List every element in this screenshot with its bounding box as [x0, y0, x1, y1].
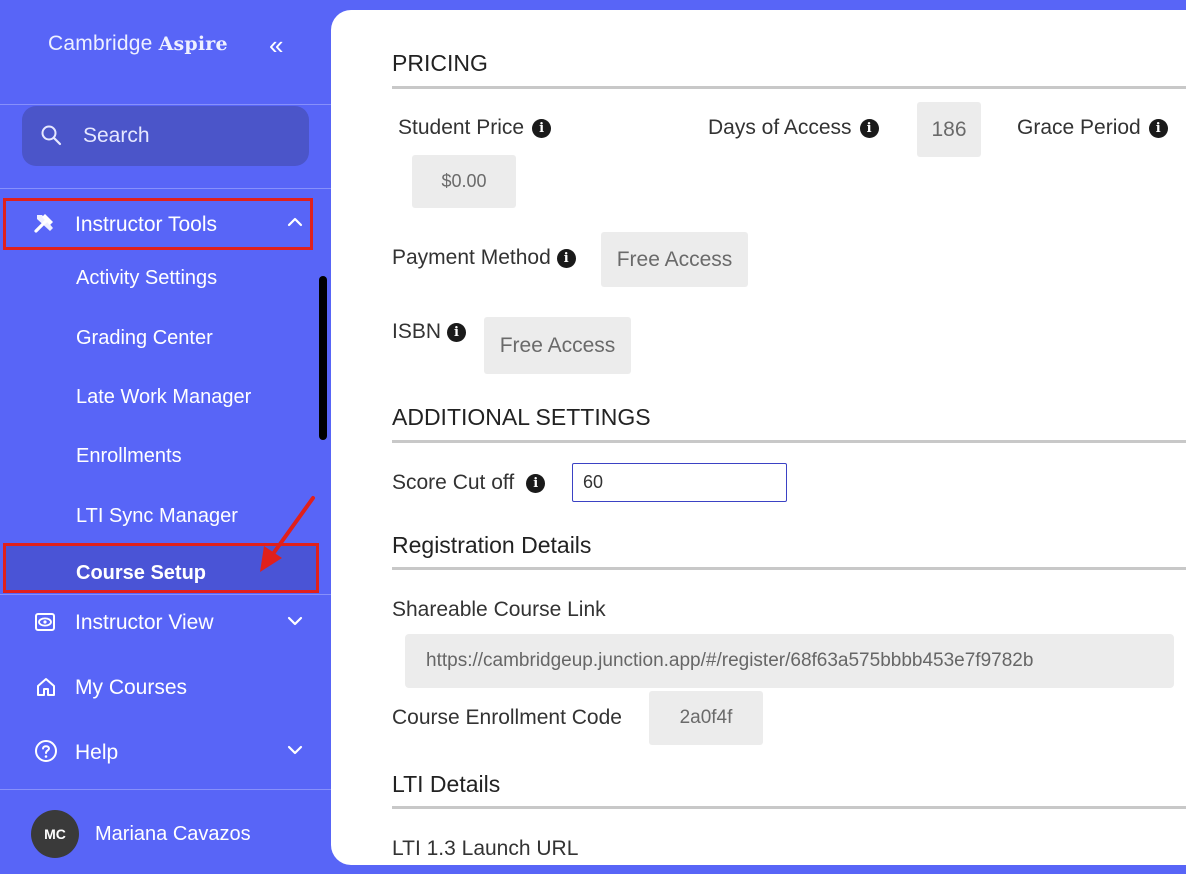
sidebar-scrollbar[interactable] [319, 276, 327, 440]
score-cutoff-label: Score Cut off i [392, 471, 546, 495]
days-of-access-label-text: Days of Access [708, 116, 852, 139]
nav-help-label: Help [75, 741, 119, 764]
divider [0, 104, 331, 105]
shareable-link-field[interactable]: https://cambridgeup.junction.app/#/regis… [405, 634, 1174, 688]
days-of-access-field[interactable]: 186 [917, 102, 981, 157]
score-cutoff-label-text: Score Cut off [392, 471, 515, 494]
sidebar: Cambridge Aspire « Search Instructor Too… [0, 0, 331, 874]
student-price-label: Student Price i [398, 116, 552, 140]
annotation-arrow-icon [260, 496, 315, 572]
help-circle-icon [35, 740, 57, 762]
section-rule [392, 567, 1186, 570]
section-heading-additional-settings: ADDITIONAL SETTINGS [392, 404, 651, 430]
highlight-box-instructor-tools [3, 198, 313, 250]
sub-item-course-setup[interactable]: Course Setup [76, 562, 206, 585]
search-icon [41, 125, 62, 146]
sub-item-late-work-manager[interactable]: Late Work Manager [76, 386, 251, 409]
brand-prefix: Cambridge [48, 32, 153, 55]
divider [0, 594, 331, 595]
lti-launch-url-label: LTI 1.3 Launch URL [392, 837, 579, 860]
brand-name: Aspire [158, 33, 228, 55]
info-icon[interactable]: i [526, 474, 546, 493]
info-icon[interactable]: i [556, 249, 576, 268]
user-name[interactable]: Mariana Cavazos [95, 823, 251, 846]
collapse-sidebar-icon[interactable]: « [269, 32, 283, 58]
isbn-field[interactable]: Free Access [484, 317, 631, 374]
sub-item-lti-sync-manager[interactable]: LTI Sync Manager [76, 505, 238, 528]
avatar[interactable]: MC [31, 810, 79, 858]
payment-method-label: Payment Method i [392, 246, 576, 270]
sub-item-grading-center[interactable]: Grading Center [76, 327, 213, 350]
section-heading-lti-details: LTI Details [392, 771, 501, 797]
shareable-link-label: Shareable Course Link [392, 598, 606, 621]
payment-method-label-text: Payment Method [392, 246, 551, 269]
section-rule [392, 86, 1186, 89]
isbn-label-text: ISBN [392, 320, 442, 343]
payment-method-field[interactable]: Free Access [601, 232, 748, 287]
info-icon[interactable]: i [447, 323, 467, 342]
score-cutoff-input[interactable] [572, 463, 787, 502]
student-price-field[interactable]: $0.00 [412, 155, 516, 208]
enrollment-code-field[interactable]: 2a0f4f [649, 691, 763, 745]
isbn-label: ISBN i [392, 320, 467, 344]
sub-item-enrollments[interactable]: Enrollments [76, 445, 182, 468]
days-of-access-label: Days of Access i [708, 116, 879, 140]
section-heading-registration-details: Registration Details [392, 532, 592, 558]
student-price-label-text: Student Price [398, 116, 525, 139]
chevron-down-icon[interactable] [287, 615, 303, 627]
home-icon [37, 678, 55, 696]
divider [0, 789, 331, 790]
section-rule [392, 806, 1186, 809]
info-icon[interactable]: i [859, 119, 879, 138]
nav-my-courses-label: My Courses [75, 676, 188, 699]
nav-instructor-view-label: Instructor View [75, 611, 214, 634]
grace-period-label-text: Grace Period [1017, 116, 1141, 139]
search-placeholder[interactable]: Search [83, 124, 150, 148]
divider [0, 188, 331, 189]
grace-period-label: Grace Period i [1017, 116, 1168, 140]
brand-logo[interactable]: Cambridge Aspire [48, 32, 228, 56]
info-icon[interactable]: i [532, 119, 552, 138]
enrollment-code-label: Course Enrollment Code [392, 706, 622, 729]
info-icon[interactable]: i [1148, 119, 1168, 138]
eye-icon [35, 613, 55, 631]
top-strip [373, 0, 1186, 10]
section-rule [392, 440, 1186, 443]
search-box[interactable] [22, 106, 309, 166]
chevron-down-icon[interactable] [287, 744, 303, 756]
sub-item-activity-settings[interactable]: Activity Settings [76, 267, 217, 290]
section-heading-pricing: PRICING [392, 50, 488, 76]
